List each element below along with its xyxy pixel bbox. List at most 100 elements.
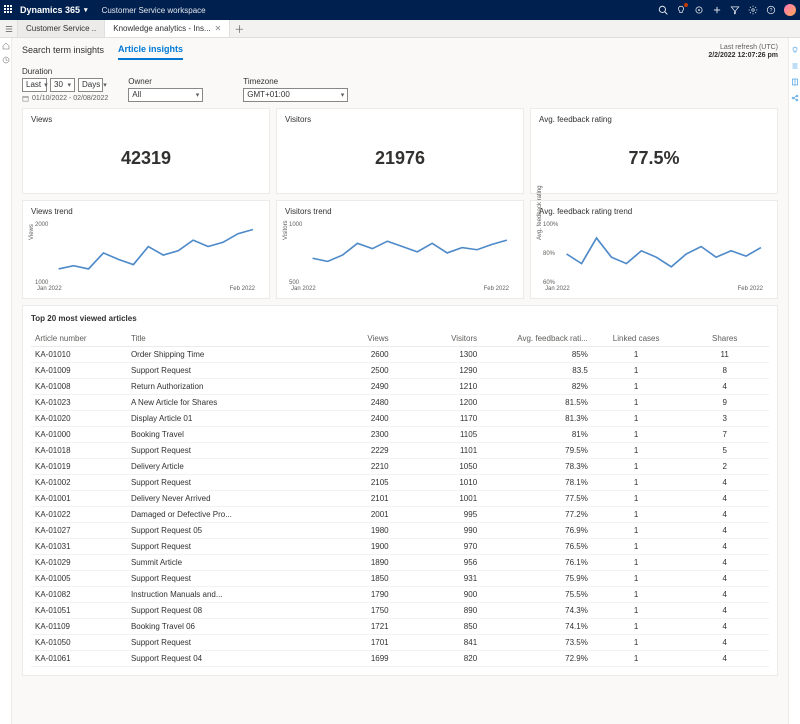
table-row[interactable]: KA-01023A New Article for Shares24801200… — [31, 394, 769, 410]
duration-unit-select[interactable]: Days — [78, 78, 103, 92]
table-row[interactable]: KA-01002Support Request2105101078.1%14 — [31, 474, 769, 490]
table-row[interactable]: KA-01029Summit Article189095676.1%14 — [31, 554, 769, 570]
cell-title: Delivery Article — [127, 458, 304, 474]
cell-title: Return Authorization — [127, 378, 304, 394]
duration-mode-select[interactable]: Last — [22, 78, 47, 92]
cell-shares: 4 — [680, 490, 769, 506]
cell-article: KA-01019 — [31, 458, 127, 474]
cell-visitors: 1200 — [393, 394, 482, 410]
table-row[interactable]: KA-01031Support Request190097076.5%14 — [31, 538, 769, 554]
table-row[interactable]: KA-01005Support Request185093175.9%14 — [31, 570, 769, 586]
table-row[interactable]: KA-01001Delivery Never Arrived2101100177… — [31, 490, 769, 506]
cell-article: KA-01031 — [31, 538, 127, 554]
cell-views: 1790 — [304, 586, 393, 602]
table-row[interactable]: KA-01010Order Shipping Time2600130085%11… — [31, 346, 769, 362]
cell-title: Support Request 08 — [127, 602, 304, 618]
col-shares[interactable]: Shares — [680, 331, 769, 347]
col-rating[interactable]: Avg. feedback rati... — [481, 331, 592, 347]
cell-article: KA-01008 — [31, 378, 127, 394]
table-row[interactable]: KA-01050Support Request170184173.5%14 — [31, 634, 769, 650]
cell-shares: 3 — [680, 410, 769, 426]
cell-shares: 5 — [680, 442, 769, 458]
last-refresh-value: 2/2/2022 12:07:26 pm — [708, 52, 778, 60]
cell-rating: 74.1% — [481, 618, 592, 634]
cell-rating: 78.3% — [481, 458, 592, 474]
card-title: Visitors — [285, 115, 515, 124]
filter-icon[interactable] — [730, 5, 740, 15]
table-row[interactable]: KA-01027Support Request 05198099076.9%14 — [31, 522, 769, 538]
table-row[interactable]: KA-01018Support Request2229110179.5%15 — [31, 442, 769, 458]
col-article[interactable]: Article number — [31, 331, 127, 347]
timezone-filter: Timezone GMT+01:00 — [243, 77, 348, 102]
table-row[interactable]: KA-01109Booking Travel 06172185074.1%14 — [31, 618, 769, 634]
table-row[interactable]: KA-01008Return Authorization2490121082%1… — [31, 378, 769, 394]
search-icon[interactable] — [658, 5, 668, 15]
col-linked[interactable]: Linked cases — [592, 331, 681, 347]
tab-article-insights[interactable]: Article insights — [118, 44, 183, 60]
table-row[interactable]: KA-01051Support Request 08175089074.3%14 — [31, 602, 769, 618]
cell-article: KA-01022 — [31, 506, 127, 522]
close-icon[interactable]: ✕ — [215, 24, 222, 33]
cell-title: Order Shipping Time — [127, 346, 304, 362]
last-refresh-label: Last refresh (UTC) — [708, 44, 778, 52]
cell-linked: 1 — [592, 426, 681, 442]
cell-rating: 82% — [481, 378, 592, 394]
cell-title: Support Request — [127, 570, 304, 586]
col-visitors[interactable]: Visitors — [393, 331, 482, 347]
views-kpi-card: Views 42319 — [22, 108, 270, 194]
col-views[interactable]: Views — [304, 331, 393, 347]
rating-trend-card: Avg. feedback rating trend 100%80%60% Av… — [530, 200, 778, 299]
cell-title: Support Request — [127, 634, 304, 650]
table-row[interactable]: KA-01009Support Request2500129083.518 — [31, 362, 769, 378]
col-title[interactable]: Title — [127, 331, 304, 347]
global-topbar: Dynamics 365 ▾ Customer Service workspac… — [0, 0, 800, 20]
cell-rating: 74.3% — [481, 602, 592, 618]
settings-icon[interactable] — [748, 5, 758, 15]
rating-trend-chart: 100%80%60% Avg. feedback rating — [539, 222, 769, 286]
book-icon[interactable] — [791, 78, 799, 86]
plus-icon[interactable] — [712, 5, 722, 15]
help-icon[interactable]: ? — [766, 5, 776, 15]
tab-customer-service[interactable]: Customer Service .. — [18, 20, 105, 37]
user-avatar[interactable] — [784, 4, 796, 16]
home-icon[interactable] — [2, 42, 10, 50]
owner-select[interactable]: All — [128, 88, 203, 102]
new-tab-button[interactable]: ＋ — [230, 20, 248, 37]
table-row[interactable]: KA-01020Display Article 012400117081.3%1… — [31, 410, 769, 426]
cell-title: Support Request 04 — [127, 650, 304, 666]
cell-shares: 9 — [680, 394, 769, 410]
cell-visitors: 890 — [393, 602, 482, 618]
duration-number-select[interactable]: 30 — [50, 78, 75, 92]
brand-label[interactable]: Dynamics 365 ▾ — [20, 5, 88, 15]
cell-title: Support Request — [127, 362, 304, 378]
cell-views: 1890 — [304, 554, 393, 570]
lightbulb-icon[interactable] — [791, 46, 799, 54]
line-series — [567, 238, 761, 267]
cell-visitors: 1001 — [393, 490, 482, 506]
cell-linked: 1 — [592, 474, 681, 490]
hamburger-icon[interactable] — [0, 20, 18, 37]
app-launcher-icon[interactable] — [4, 5, 14, 15]
table-row[interactable]: KA-01019Delivery Article2210105078.3%12 — [31, 458, 769, 474]
table-row[interactable]: KA-01022Damaged or Defective Pro...20019… — [31, 506, 769, 522]
cell-linked: 1 — [592, 570, 681, 586]
tab-knowledge-analytics[interactable]: Knowledge analytics - Ins... ✕ — [105, 20, 230, 37]
table-row[interactable]: KA-01082Instruction Manuals and...179090… — [31, 586, 769, 602]
target-icon[interactable] — [694, 5, 704, 15]
timezone-label: Timezone — [243, 77, 348, 86]
share-icon[interactable] — [791, 94, 799, 102]
cell-linked: 1 — [592, 554, 681, 570]
cell-views: 1980 — [304, 522, 393, 538]
timezone-select[interactable]: GMT+01:00 — [243, 88, 348, 102]
tab-search-term-insights[interactable]: Search term insights — [22, 45, 104, 59]
table-row[interactable]: KA-01000Booking Travel2300110581%17 — [31, 426, 769, 442]
clock-icon[interactable] — [2, 56, 10, 64]
list-icon[interactable] — [791, 62, 799, 70]
workspace-name: Customer Service workspace — [102, 6, 206, 15]
table-row[interactable]: KA-01061Support Request 04169982072.9%14 — [31, 650, 769, 666]
cell-shares: 2 — [680, 458, 769, 474]
visitors-trend-card: Visitors trend 1000500 Visitors Jan 2022… — [276, 200, 524, 299]
tab-label: Customer Service .. — [26, 24, 96, 33]
lightbulb-icon[interactable] — [676, 5, 686, 15]
cell-rating: 83.5 — [481, 362, 592, 378]
